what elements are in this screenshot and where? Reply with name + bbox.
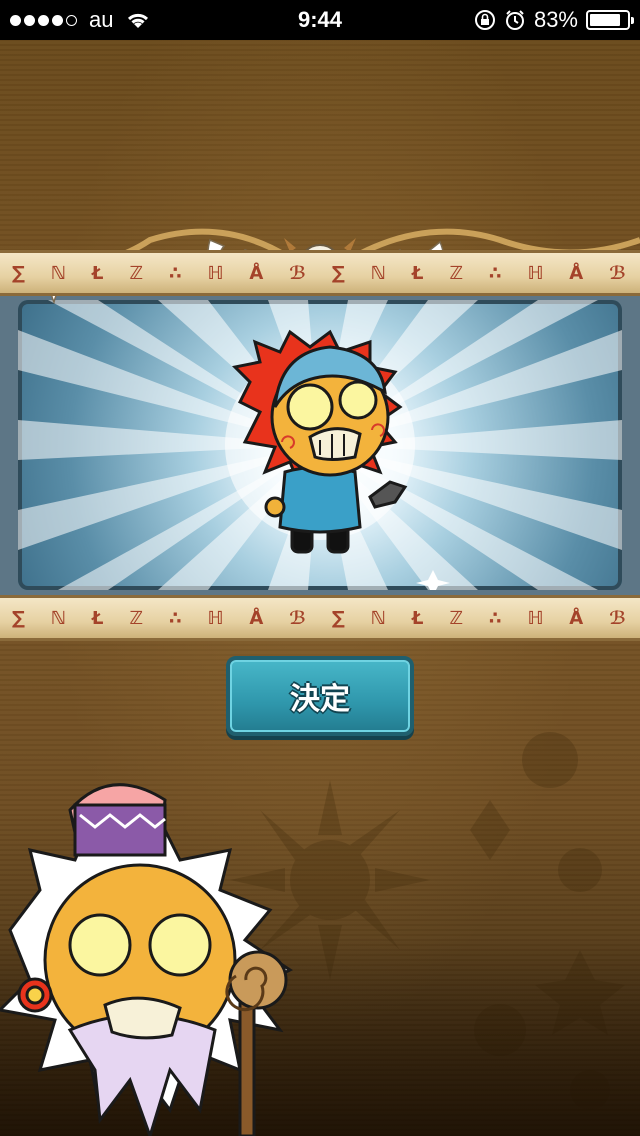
- tribal-elder-character: [0, 783, 293, 1136]
- status-right: 83%: [474, 0, 634, 40]
- battery-icon: [586, 10, 634, 30]
- decide-button[interactable]: 決定: [226, 656, 414, 736]
- bottom-rune-plank: ∑ ℕ Ł ℤ ∴ ℍ Å ℬ ∑ ℕ Ł ℤ ∴ ℍ Å ℬ: [0, 595, 640, 641]
- zombie-boy-character: [231, 329, 408, 554]
- status-bar: au 9:44 83%: [0, 0, 640, 40]
- top-rune-plank: ∑ ℕ Ł ℤ ∴ ℍ Å ℬ ∑ ℕ Ł ℤ ∴ ℍ Å ℬ: [0, 250, 640, 296]
- battery-fill: [590, 14, 620, 26]
- battery-percent: 83%: [533, 7, 578, 32]
- alarm-icon: [505, 10, 524, 30]
- rotation-lock-icon: [474, 10, 495, 30]
